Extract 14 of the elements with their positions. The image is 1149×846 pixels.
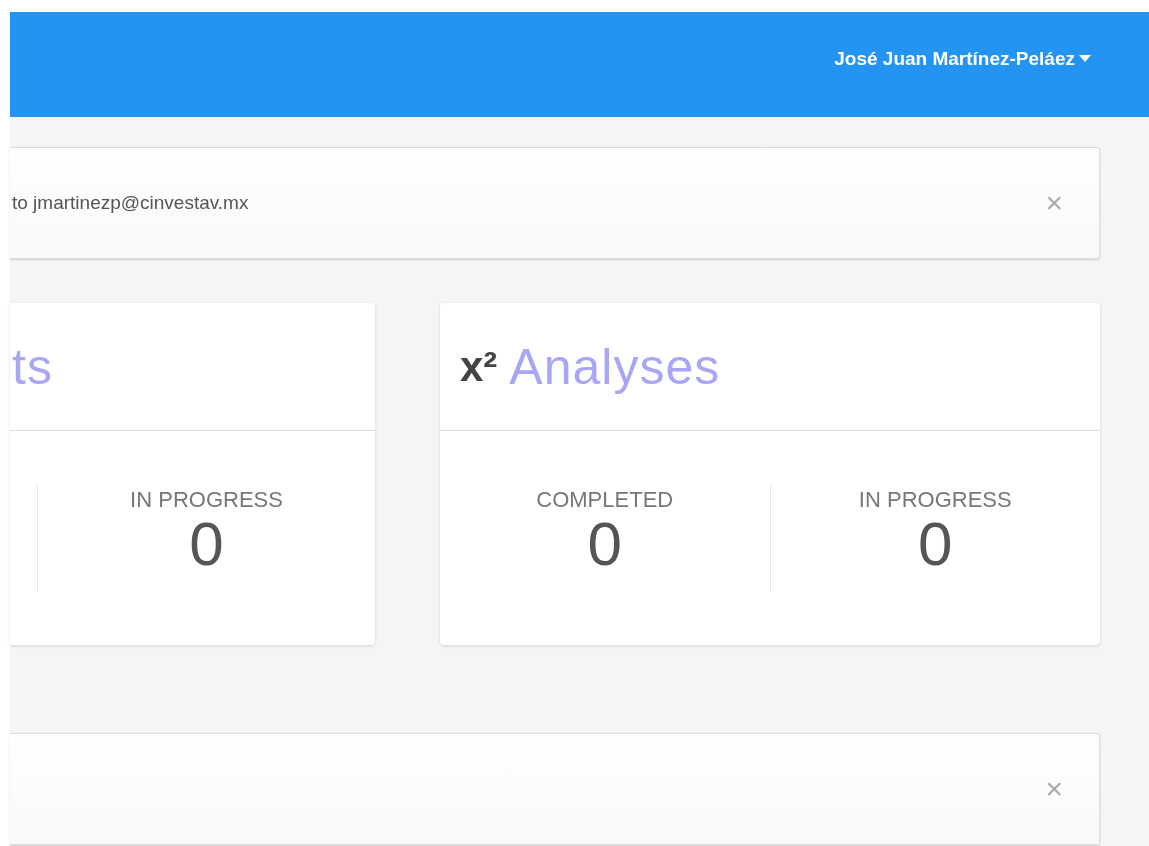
caret-icon bbox=[1079, 55, 1091, 62]
stat-label: IN PROGRESS bbox=[858, 487, 1012, 513]
stat-value: 0 bbox=[587, 513, 622, 575]
stat-value: 0 bbox=[189, 513, 224, 575]
card-title: Analyses bbox=[509, 337, 721, 396]
close-button[interactable]: × bbox=[1045, 774, 1063, 804]
card-title: ts bbox=[12, 337, 53, 396]
user-menu[interactable]: José Juan Martínez-Peláez bbox=[834, 47, 1091, 70]
stat-value: 0 bbox=[918, 513, 953, 575]
card-icon: x² bbox=[460, 342, 498, 391]
stat-label: COMPLETED bbox=[536, 487, 674, 513]
alert-message: to jmartinezp@cinvestav.mx bbox=[12, 192, 250, 214]
stat-label: IN PROGRESS bbox=[130, 487, 283, 513]
close-button[interactable]: × bbox=[1045, 188, 1063, 218]
